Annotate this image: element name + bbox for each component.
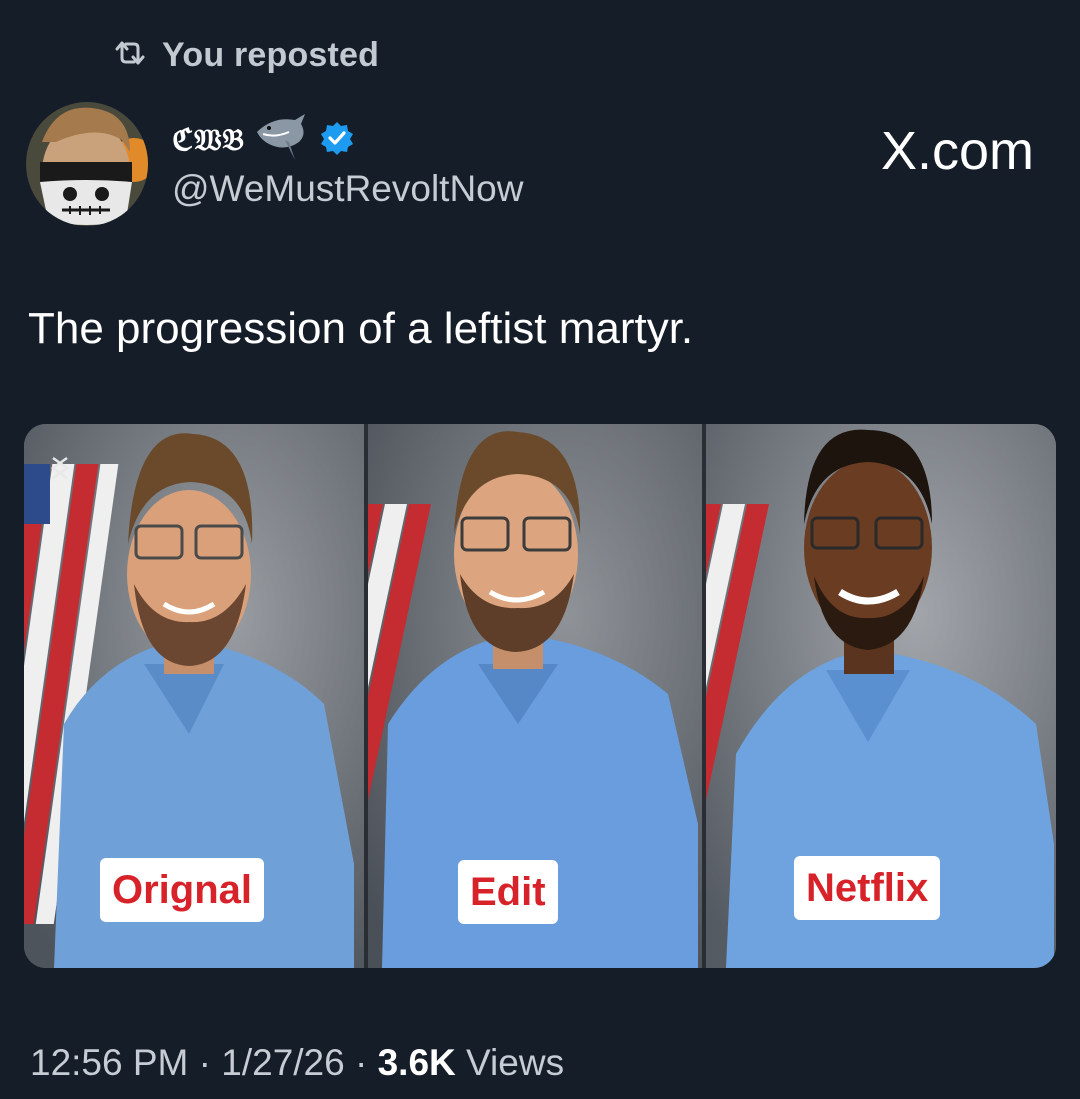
tweet-text: The progression of a leftist martyr. xyxy=(28,304,694,353)
tweet-date: 1/27/26 xyxy=(221,1042,345,1083)
tweet-time: 12:56 PM xyxy=(30,1042,189,1083)
tweet-media[interactable]: Orignal Edit Netflix xyxy=(24,424,1056,968)
shark-icon xyxy=(255,112,309,169)
label-netflix: Netflix xyxy=(794,856,941,920)
x-com-watermark: X.com xyxy=(880,121,1034,181)
label-original: Orignal xyxy=(100,858,265,922)
avatar[interactable] xyxy=(26,102,148,226)
author-name-row[interactable]: ℭ𝔚𝔅 xyxy=(172,112,355,169)
repost-icon xyxy=(112,38,148,73)
tweet-timestamp[interactable]: 12:56 PM · 1/27/26 · 3.6K Views xyxy=(30,1042,564,1084)
author-handle[interactable]: @WeMustRevoltNow xyxy=(172,168,523,210)
verified-badge-icon xyxy=(319,120,355,161)
view-count: 3.6K xyxy=(377,1042,456,1083)
repost-label: You reposted xyxy=(162,36,380,74)
author-display-name[interactable]: ℭ𝔚𝔅 xyxy=(172,123,245,158)
label-edit: Edit xyxy=(458,860,558,924)
repost-indicator: You reposted xyxy=(112,36,379,75)
capcut-logo-icon xyxy=(50,454,70,489)
views-label: Views xyxy=(466,1042,565,1083)
